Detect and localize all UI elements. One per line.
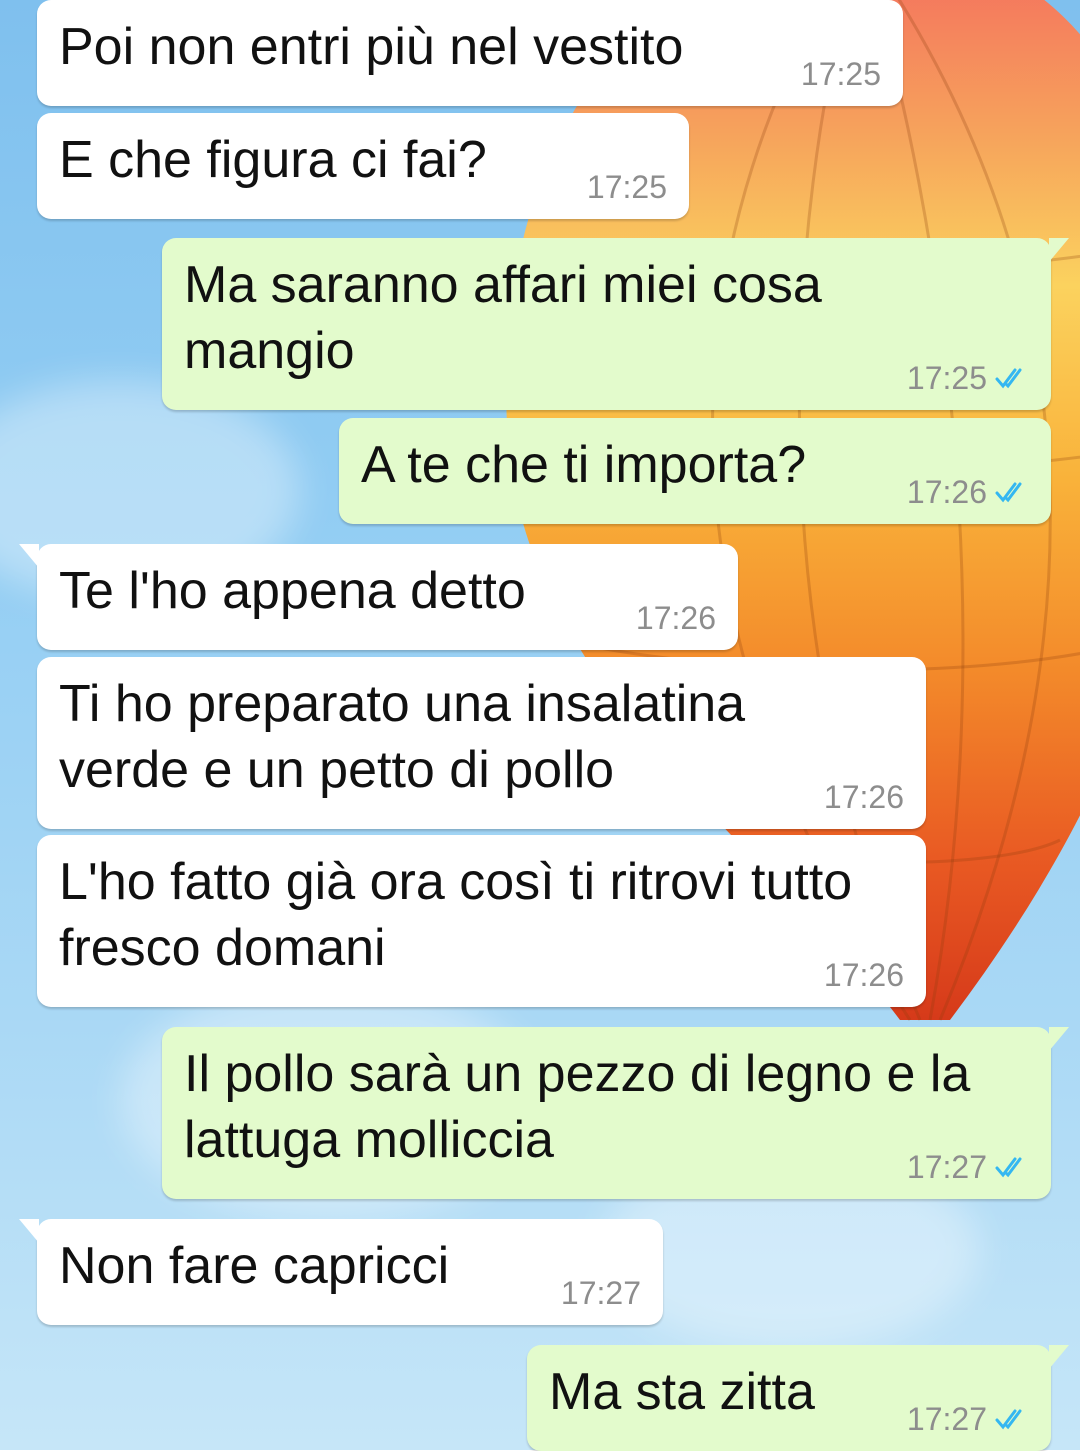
message-meta: 17:26 — [824, 779, 904, 815]
message-time: 17:25 — [906, 360, 987, 396]
message-text: E che figura ci fai? — [59, 131, 487, 189]
message-text: Te l'ho appena detto — [59, 562, 526, 620]
message-time: 17:26 — [823, 779, 904, 815]
message-text: Ma saranno affari miei cosa mangio — [184, 256, 822, 380]
message-time: 17:25 — [586, 169, 667, 205]
outgoing-message-bubble[interactable]: Il pollo sarà un pezzo di legno e la lat… — [162, 1027, 1069, 1199]
message-text: Il pollo sarà un pezzo di legno e la lat… — [184, 1045, 971, 1169]
message-time: 17:27 — [906, 1149, 987, 1185]
double-check-read-icon — [995, 1409, 1022, 1430]
message-time: 17:26 — [906, 474, 987, 510]
message-meta: 17:27 — [561, 1275, 641, 1311]
double-check-read-icon — [995, 482, 1022, 503]
incoming-message-bubble[interactable]: Te l'ho appena detto 17:26 — [19, 544, 738, 650]
incoming-message-bubble[interactable]: Poi non entri più nel vestito 17:25 — [37, 0, 903, 106]
incoming-message-bubble[interactable]: Non fare capricci 17:27 — [19, 1219, 663, 1325]
message-meta: 17:26 — [824, 957, 904, 993]
message-text: Poi non entri più nel vestito — [59, 18, 684, 76]
outgoing-message-bubble[interactable]: Ma saranno affari miei cosa mangio 17:25 — [162, 238, 1069, 410]
message-text: Ti ho preparato una insalatina verde e u… — [59, 675, 746, 799]
message-time: 17:25 — [800, 56, 881, 92]
message-text: Non fare capricci — [59, 1237, 450, 1295]
message-time: 17:26 — [823, 957, 904, 993]
double-check-read-icon — [995, 368, 1022, 389]
incoming-message-bubble[interactable]: Ti ho preparato una insalatina verde e u… — [37, 657, 926, 829]
message-time: 17:27 — [560, 1275, 641, 1311]
incoming-message-bubble[interactable]: L'ho fatto già ora così ti ritrovi tutto… — [37, 835, 926, 1007]
message-time: 17:27 — [906, 1401, 987, 1437]
outgoing-message-bubble[interactable]: Ma sta zitta 17:27 — [527, 1345, 1069, 1451]
message-meta: 17:25 — [907, 360, 1029, 396]
message-meta: 17:27 — [907, 1149, 1029, 1185]
message-meta: 17:26 — [636, 600, 716, 636]
double-check-read-icon — [995, 1157, 1022, 1178]
message-meta: 17:27 — [907, 1401, 1029, 1437]
message-time: 17:26 — [635, 600, 716, 636]
incoming-message-bubble[interactable]: E che figura ci fai? 17:25 — [37, 113, 689, 219]
message-meta: 17:25 — [587, 169, 667, 205]
outgoing-message-bubble[interactable]: A te che ti importa? 17:26 — [339, 418, 1051, 524]
message-text: L'ho fatto già ora così ti ritrovi tutto… — [59, 853, 853, 977]
message-meta: 17:26 — [907, 474, 1029, 510]
message-meta: 17:25 — [801, 56, 881, 92]
